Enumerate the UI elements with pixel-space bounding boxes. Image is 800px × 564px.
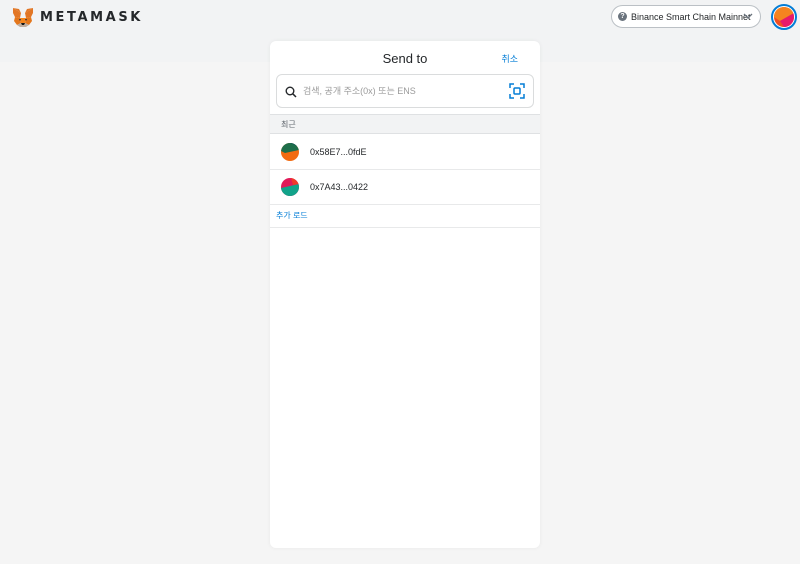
cancel-button[interactable]: 취소 bbox=[501, 52, 518, 65]
account-avatar[interactable] bbox=[771, 4, 797, 30]
send-panel: Send to 취소 최근 0x58E7...0fdE bbox=[270, 41, 540, 548]
recent-account-row[interactable]: 0x58E7...0fdE bbox=[270, 135, 540, 170]
recipient-search-input[interactable] bbox=[303, 82, 503, 100]
recent-address: 0x58E7...0fdE bbox=[310, 147, 367, 157]
divider bbox=[270, 227, 540, 228]
info-icon: ? bbox=[618, 12, 627, 21]
page-title: Send to bbox=[382, 51, 428, 66]
recipient-search-box bbox=[276, 74, 534, 108]
load-more-link[interactable]: 추가 로드 bbox=[276, 210, 308, 221]
jazzicon bbox=[281, 143, 299, 161]
network-label: Binance Smart Chain Mainnet bbox=[631, 11, 751, 22]
qr-scan-icon[interactable] bbox=[509, 83, 525, 104]
search-icon bbox=[285, 85, 297, 103]
logo-wordmark: METAMASK bbox=[40, 9, 143, 25]
metamask-logo[interactable]: METAMASK bbox=[12, 6, 143, 28]
chevron-down-icon bbox=[743, 12, 753, 22]
send-header: Send to 취소 bbox=[270, 41, 540, 73]
jazzicon bbox=[281, 178, 299, 196]
recent-address: 0x7A43...0422 bbox=[310, 182, 369, 192]
recent-section-label: 최근 bbox=[270, 114, 540, 134]
metamask-fox-icon bbox=[12, 7, 34, 28]
network-selector[interactable]: ? Binance Smart Chain Mainnet bbox=[611, 5, 761, 28]
recent-account-row[interactable]: 0x7A43...0422 bbox=[270, 170, 540, 205]
